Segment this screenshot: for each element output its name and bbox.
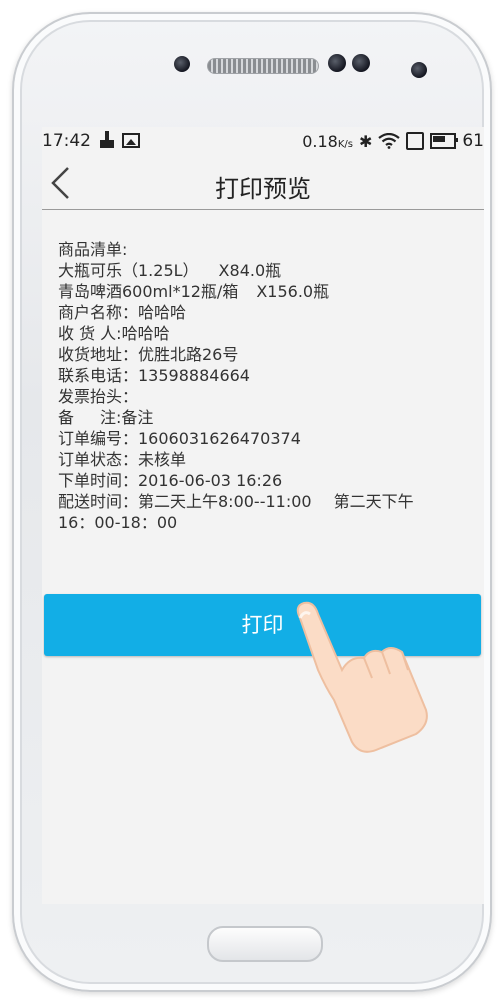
hand-pointer-icon (296, 601, 428, 753)
earpiece-speaker (207, 58, 319, 74)
order-time: 下单时间：2016-06-03 16:26 (58, 471, 283, 490)
proximity-sensor (352, 54, 370, 72)
page-title: 打印预览 (215, 175, 311, 203)
battery-level: 61 (462, 131, 484, 151)
remark: 备注:备注 (58, 408, 154, 427)
delivery-time: 配送时间：第二天上午8:00--11:00 第二天下午 (58, 492, 414, 511)
broom-icon (100, 131, 114, 149)
invoice-title: 发票抬头： (58, 387, 139, 406)
app-screen: 17:42 0.18K/s ✱ 61 打印预览 商品清单: 大瓶可乐（1.25L… (42, 127, 484, 904)
delivery-address: 收货地址：优胜北路26号 (58, 345, 239, 364)
goods-label: 商品清单: (58, 240, 128, 259)
goods-item: 青岛啤酒600ml*12瓶/箱 X156.0瓶 (58, 282, 330, 301)
order-state: 订单状态：未核单 (58, 450, 187, 469)
front-sensor (174, 56, 190, 72)
merchant-name: 商户名称：哈哈哈 (58, 303, 187, 322)
battery-icon (430, 133, 459, 149)
delivery-time-continued: 16：00-18：00 (58, 513, 178, 532)
status-bar: 17:42 0.18K/s ✱ 61 (42, 127, 484, 157)
wifi-icon (378, 133, 401, 149)
bluetooth-icon: ✱ (358, 131, 373, 151)
no-sim-icon (406, 132, 425, 150)
order-preview: 商品清单: 大瓶可乐（1.25L） X84.0瓶 青岛啤酒600ml*12瓶/箱 X… (58, 239, 478, 533)
light-sensor (411, 62, 427, 78)
front-camera (328, 54, 346, 72)
home-button[interactable] (207, 926, 323, 962)
image-icon (122, 133, 140, 148)
title-bar: 打印预览 (42, 157, 484, 210)
order-number: 订单编号：1606031626470374 (58, 429, 301, 448)
phone-frame: 17:42 0.18K/s ✱ 61 打印预览 商品清单: 大瓶可乐（1.25L… (12, 12, 492, 992)
contact-phone: 联系电话：13598884664 (58, 366, 250, 385)
status-time: 17:42 (42, 131, 91, 151)
net-speed: 0.18K/s (302, 131, 353, 151)
goods-item: 大瓶可乐（1.25L） X84.0瓶 (58, 261, 282, 280)
receiver-name: 收 货 人:哈哈哈 (58, 324, 170, 343)
